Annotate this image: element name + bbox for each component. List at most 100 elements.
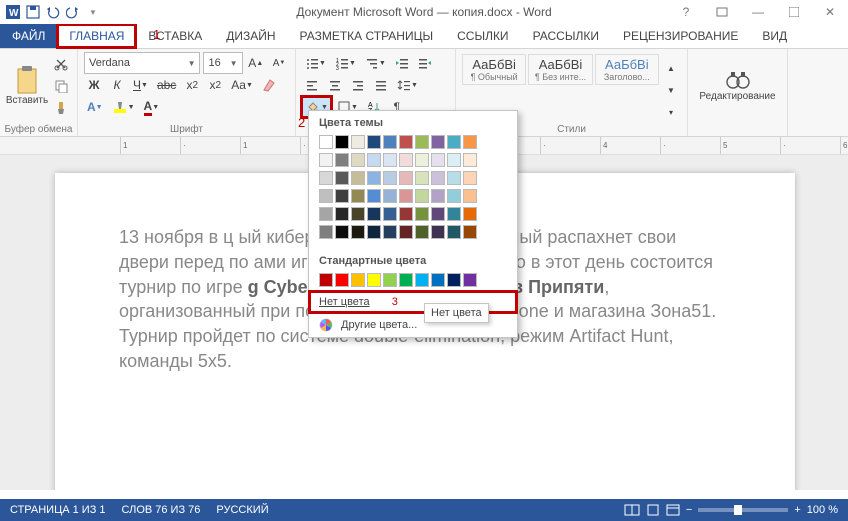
decrease-indent-button[interactable]: [392, 53, 412, 73]
underline-button[interactable]: Ч ▼: [130, 75, 151, 95]
align-left-button[interactable]: [302, 75, 322, 95]
color-swatch[interactable]: [335, 207, 349, 221]
font-size-combo[interactable]: 16▼: [203, 52, 242, 74]
color-swatch[interactable]: [335, 225, 349, 239]
color-swatch[interactable]: [415, 207, 429, 221]
font-color-button[interactable]: A▼: [141, 97, 163, 117]
color-swatch[interactable]: [399, 207, 413, 221]
color-swatch[interactable]: [383, 135, 397, 149]
color-swatch[interactable]: [383, 153, 397, 167]
color-swatch[interactable]: [335, 171, 349, 185]
color-swatch[interactable]: [367, 225, 381, 239]
paste-button[interactable]: Вставить: [6, 52, 48, 118]
color-swatch[interactable]: [351, 153, 365, 167]
tab-layout[interactable]: РАЗМЕТКА СТРАНИЦЫ: [288, 24, 446, 48]
increase-font-button[interactable]: A▲: [246, 53, 266, 73]
color-swatch[interactable]: [415, 153, 429, 167]
color-swatch[interactable]: [335, 273, 349, 287]
bullets-button[interactable]: ▼: [302, 53, 329, 73]
increase-indent-button[interactable]: [415, 53, 435, 73]
tab-insert[interactable]: ВСТАВКА: [136, 24, 214, 48]
decrease-font-button[interactable]: A▼: [269, 53, 289, 73]
color-swatch[interactable]: [431, 135, 445, 149]
color-swatch[interactable]: [367, 153, 381, 167]
line-spacing-button[interactable]: ▼: [394, 75, 421, 95]
color-swatch[interactable]: [367, 135, 381, 149]
tab-mailings[interactable]: РАССЫЛКИ: [521, 24, 611, 48]
color-swatch[interactable]: [447, 189, 461, 203]
color-swatch[interactable]: [367, 171, 381, 185]
color-swatch[interactable]: [447, 153, 461, 167]
color-swatch[interactable]: [335, 135, 349, 149]
color-swatch[interactable]: [383, 171, 397, 185]
color-swatch[interactable]: [367, 273, 381, 287]
help-icon[interactable]: ?: [672, 3, 700, 21]
color-swatch[interactable]: [447, 135, 461, 149]
tab-home[interactable]: ГЛАВНАЯ: [57, 24, 136, 48]
color-swatch[interactable]: [463, 273, 477, 287]
justify-button[interactable]: [371, 75, 391, 95]
view-print-icon[interactable]: [646, 504, 660, 516]
color-swatch[interactable]: [367, 189, 381, 203]
superscript-button[interactable]: x2: [205, 75, 225, 95]
color-swatch[interactable]: [383, 207, 397, 221]
style-nospacing[interactable]: АаБбВі ¶ Без инте...: [528, 54, 592, 85]
color-swatch[interactable]: [415, 135, 429, 149]
color-swatch[interactable]: [351, 189, 365, 203]
status-words[interactable]: СЛОВ 76 ИЗ 76: [122, 504, 201, 516]
view-read-icon[interactable]: [624, 504, 640, 516]
minimize-icon[interactable]: —: [744, 3, 772, 21]
color-swatch[interactable]: [447, 171, 461, 185]
style-normal[interactable]: АаБбВі ¶ Обычный: [462, 54, 526, 85]
color-swatch[interactable]: [415, 225, 429, 239]
tab-view[interactable]: ВИД: [750, 24, 799, 48]
editing-button[interactable]: Редактирование: [694, 52, 781, 118]
color-swatch[interactable]: [463, 135, 477, 149]
highlight-button[interactable]: ▼: [109, 97, 138, 117]
color-swatch[interactable]: [383, 189, 397, 203]
color-swatch[interactable]: [415, 273, 429, 287]
color-swatch[interactable]: [399, 153, 413, 167]
text-effects-button[interactable]: A▼: [84, 97, 106, 117]
styles-up-icon[interactable]: ▲: [661, 58, 681, 78]
color-swatch[interactable]: [463, 153, 477, 167]
styles-down-icon[interactable]: ▼: [661, 80, 681, 100]
clear-format-button[interactable]: [259, 75, 279, 95]
font-name-combo[interactable]: Verdana▼: [84, 52, 200, 74]
color-swatch[interactable]: [463, 207, 477, 221]
color-swatch[interactable]: [319, 225, 333, 239]
color-swatch[interactable]: [351, 135, 365, 149]
color-swatch[interactable]: [319, 171, 333, 185]
tab-file[interactable]: ФАЙЛ: [0, 24, 57, 48]
color-swatch[interactable]: [351, 171, 365, 185]
color-swatch[interactable]: [319, 273, 333, 287]
color-swatch[interactable]: [431, 225, 445, 239]
style-heading[interactable]: АаБбВі Заголово...: [595, 54, 659, 85]
bold-button[interactable]: Ж: [84, 75, 104, 95]
tab-references[interactable]: ССЫЛКИ: [445, 24, 520, 48]
color-swatch[interactable]: [399, 225, 413, 239]
redo-icon[interactable]: [64, 3, 82, 21]
align-right-button[interactable]: [348, 75, 368, 95]
color-swatch[interactable]: [399, 135, 413, 149]
color-swatch[interactable]: [335, 153, 349, 167]
color-swatch[interactable]: [431, 153, 445, 167]
ribbon-display-icon[interactable]: [708, 3, 736, 21]
zoom-out-icon[interactable]: −: [686, 504, 692, 516]
color-swatch[interactable]: [351, 207, 365, 221]
color-swatch[interactable]: [447, 225, 461, 239]
status-lang[interactable]: РУССКИЙ: [216, 504, 268, 516]
zoom-value[interactable]: 100 %: [807, 504, 838, 516]
color-swatch[interactable]: [351, 273, 365, 287]
color-swatch[interactable]: [399, 171, 413, 185]
save-icon[interactable]: [24, 3, 42, 21]
qat-dropdown-icon[interactable]: ▼: [84, 3, 102, 21]
align-center-button[interactable]: [325, 75, 345, 95]
color-swatch[interactable]: [431, 207, 445, 221]
color-swatch[interactable]: [431, 171, 445, 185]
color-swatch[interactable]: [431, 189, 445, 203]
cut-button[interactable]: [51, 54, 71, 74]
close-icon[interactable]: ✕: [816, 3, 844, 21]
zoom-in-icon[interactable]: +: [794, 504, 800, 516]
undo-icon[interactable]: [44, 3, 62, 21]
